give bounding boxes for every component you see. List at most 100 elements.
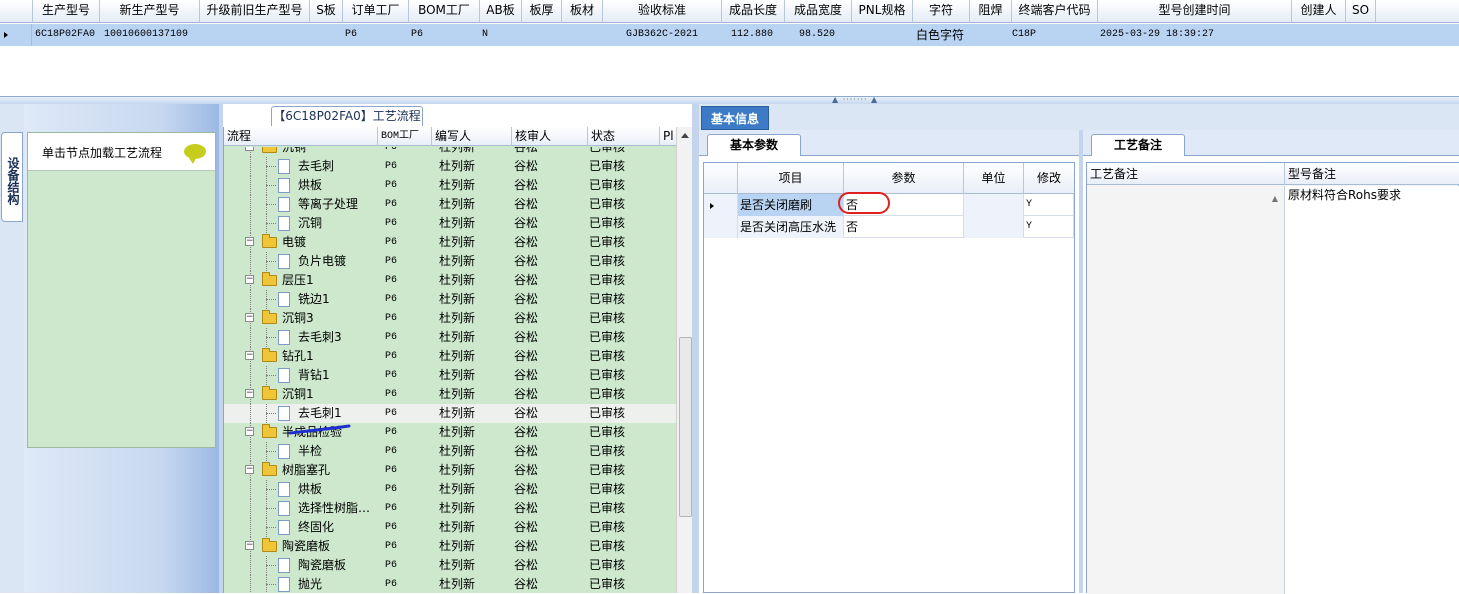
cell-create-time[interactable]: 2025-03-29 18:39:27 bbox=[1100, 24, 1290, 46]
col-header-flow[interactable]: 流程 bbox=[224, 127, 378, 146]
col-header[interactable]: AB板 bbox=[480, 0, 522, 23]
cell-item[interactable]: 是否关闭磨刷 bbox=[738, 194, 844, 216]
col-header[interactable]: 字符 bbox=[913, 0, 970, 23]
col-header[interactable]: 创建人 bbox=[1292, 0, 1346, 23]
collapse-icon[interactable]: − bbox=[245, 427, 254, 436]
tree-row[interactable]: 烘板 P6 杜列新 谷松 已审核 bbox=[224, 480, 676, 499]
horizontal-splitter[interactable]: ▲ ······· ▲ bbox=[0, 95, 1459, 104]
col-header-bom[interactable]: BOM工厂 bbox=[378, 127, 432, 146]
tree-row[interactable]: 去毛刺 P6 杜列新 谷松 已审核 bbox=[224, 157, 676, 176]
col-header[interactable]: 板厚 bbox=[522, 0, 562, 23]
tree-row[interactable]: 去毛刺1 P6 杜列新 谷松 已审核 bbox=[224, 404, 676, 423]
tree-row[interactable]: 选择性树脂… P6 杜列新 谷松 已审核 bbox=[224, 499, 676, 518]
col-header-reviewer[interactable]: 核审人 bbox=[512, 127, 588, 146]
scroll-up-icon[interactable] bbox=[681, 133, 689, 138]
tree-row[interactable]: 负片电镀 P6 杜列新 谷松 已审核 bbox=[224, 252, 676, 271]
tree-row[interactable]: 抛光 P6 杜列新 谷松 已审核 bbox=[224, 575, 676, 593]
tree-row[interactable]: − 沉铜3 P6 杜列新 谷松 已审核 bbox=[224, 309, 676, 328]
tree-row[interactable]: − 电镀 P6 杜列新 谷松 已审核 bbox=[224, 233, 676, 252]
tree-row[interactable]: − 层压1 P6 杜列新 谷松 已审核 bbox=[224, 271, 676, 290]
cell-ab-board[interactable]: N bbox=[482, 24, 518, 46]
col-header[interactable]: PNL规格 bbox=[852, 0, 913, 23]
col-header[interactable]: 生产型号 bbox=[33, 0, 100, 23]
col-header[interactable]: 验收标准 bbox=[603, 0, 722, 23]
cell-order-factory[interactable]: P6 bbox=[345, 24, 405, 46]
col-header-status[interactable]: 状态 bbox=[588, 127, 660, 146]
col-header[interactable]: 型号创建时间 bbox=[1098, 0, 1292, 23]
col-header[interactable]: 成品宽度 bbox=[785, 0, 852, 23]
cell-unit[interactable] bbox=[964, 194, 1024, 216]
tree-row[interactable]: 陶瓷磨板 P6 杜列新 谷松 已审核 bbox=[224, 556, 676, 575]
collapse-icon[interactable]: − bbox=[245, 147, 254, 151]
tab-equipment-structure[interactable]: 设备结构 bbox=[1, 132, 23, 222]
table-row[interactable]: 是否关闭高压水洗 否 Y bbox=[704, 216, 1074, 238]
col-header-model-remark[interactable]: 型号备注 bbox=[1285, 163, 1459, 185]
tree-row[interactable]: − 陶瓷磨板 P6 杜列新 谷松 已审核 bbox=[224, 537, 676, 556]
scroll-up-icon[interactable]: ▲ bbox=[1272, 194, 1278, 203]
cell-acceptance-standard[interactable]: GJB362C-2021 bbox=[605, 24, 719, 46]
col-header[interactable]: 订单工厂 bbox=[343, 0, 409, 23]
col-header-param[interactable]: 参数 bbox=[844, 163, 964, 194]
load-process-node[interactable]: 单击节点加载工艺流程 bbox=[28, 133, 215, 171]
cell-modify[interactable]: Y bbox=[1024, 194, 1074, 216]
tab-process-remarks[interactable]: 工艺备注 bbox=[1091, 134, 1185, 156]
cell-unit[interactable] bbox=[964, 216, 1024, 238]
col-header[interactable]: 板材 bbox=[562, 0, 603, 23]
col-header[interactable]: 终端客户代码 bbox=[1012, 0, 1098, 23]
col-header-writer[interactable]: 编写人 bbox=[432, 127, 512, 146]
cell-param[interactable]: 否 bbox=[844, 216, 964, 238]
col-header[interactable]: S板 bbox=[310, 0, 343, 23]
remark-tab-bar: 工艺备注 bbox=[1083, 130, 1459, 156]
collapse-icon[interactable]: − bbox=[245, 541, 254, 550]
col-header-pl[interactable]: Pl bbox=[660, 127, 676, 146]
vertical-splitter[interactable] bbox=[692, 104, 699, 593]
tree-row[interactable]: − 钻孔1 P6 杜列新 谷松 已审核 bbox=[224, 347, 676, 366]
collapse-icon[interactable]: − bbox=[245, 275, 254, 284]
tree-line bbox=[266, 584, 276, 585]
col-header-process-remark[interactable]: 工艺备注 bbox=[1087, 163, 1285, 185]
col-header[interactable]: BOM工厂 bbox=[409, 0, 480, 23]
tree-row[interactable]: 铣边1 P6 杜列新 谷松 已审核 bbox=[224, 290, 676, 309]
cell-status: 已审核 bbox=[589, 197, 626, 211]
tree-row[interactable]: 去毛刺3 P6 杜列新 谷松 已审核 bbox=[224, 328, 676, 347]
cell-model-code[interactable]: 6C18P02FA0 bbox=[35, 24, 100, 46]
tree-row[interactable]: − 树脂塞孔 P6 杜列新 谷松 已审核 bbox=[224, 461, 676, 480]
collapse-icon[interactable]: − bbox=[245, 465, 254, 474]
tree-row[interactable]: 半检 P6 杜列新 谷松 已审核 bbox=[224, 442, 676, 461]
cell-new-model-code[interactable]: 10010600137109 bbox=[104, 24, 200, 46]
tree-row[interactable]: − 沉铜 P6 杜列新 谷松 已审核 bbox=[224, 147, 676, 157]
tree-node-label: 沉铜 bbox=[282, 147, 307, 154]
tree-row[interactable]: 等离子处理 P6 杜列新 谷松 已审核 bbox=[224, 195, 676, 214]
col-header[interactable]: SO bbox=[1346, 0, 1376, 23]
tree-row[interactable]: 终固化 P6 杜列新 谷松 已审核 bbox=[224, 518, 676, 537]
col-header-unit[interactable]: 单位 bbox=[964, 163, 1024, 194]
col-header-modify[interactable]: 修改 bbox=[1024, 163, 1074, 194]
tab-basic-params[interactable]: 基本参数 bbox=[707, 134, 801, 156]
process-remark-text[interactable]: ▲ bbox=[1087, 186, 1285, 594]
table-row[interactable]: 6C18P02FA0 10010600137109 P6 P6 N GJB362… bbox=[0, 24, 1459, 46]
cell-modify[interactable]: Y bbox=[1024, 216, 1074, 238]
cell-width[interactable]: 98.520 bbox=[785, 24, 849, 46]
tree-row[interactable]: − 沉铜1 P6 杜列新 谷松 已审核 bbox=[224, 385, 676, 404]
collapse-icon[interactable]: − bbox=[245, 351, 254, 360]
collapse-icon[interactable]: − bbox=[245, 313, 254, 322]
col-header[interactable]: 阻焊 bbox=[970, 0, 1012, 23]
collapse-icon[interactable]: − bbox=[245, 237, 254, 246]
col-header[interactable]: 成品长度 bbox=[722, 0, 785, 23]
col-header-item[interactable]: 项目 bbox=[738, 163, 844, 194]
col-header[interactable]: 升级前旧生产型号 bbox=[200, 0, 310, 23]
model-remark-text[interactable]: 原材料符合Rohs要求 bbox=[1285, 186, 1459, 594]
tree-scrollbar[interactable] bbox=[676, 127, 693, 593]
cell-length[interactable]: 112.880 bbox=[722, 24, 782, 46]
cell-item[interactable]: 是否关闭高压水洗 bbox=[738, 216, 844, 238]
scroll-thumb[interactable] bbox=[679, 337, 692, 517]
cell-bom-factory[interactable]: P6 bbox=[411, 24, 471, 46]
tree-row[interactable]: 沉铜 P6 杜列新 谷松 已审核 bbox=[224, 214, 676, 233]
col-header[interactable]: 新生产型号 bbox=[100, 0, 200, 23]
collapse-icon[interactable]: − bbox=[245, 389, 254, 398]
tree-row[interactable]: 背钻1 P6 杜列新 谷松 已审核 bbox=[224, 366, 676, 385]
tree-row[interactable]: 烘板 P6 杜列新 谷松 已审核 bbox=[224, 176, 676, 195]
tab-basic-info[interactable]: 基本信息 bbox=[701, 106, 769, 130]
cell-character[interactable]: 白色字符 bbox=[913, 24, 967, 46]
cell-customer-code[interactable]: C18P bbox=[1012, 24, 1094, 46]
